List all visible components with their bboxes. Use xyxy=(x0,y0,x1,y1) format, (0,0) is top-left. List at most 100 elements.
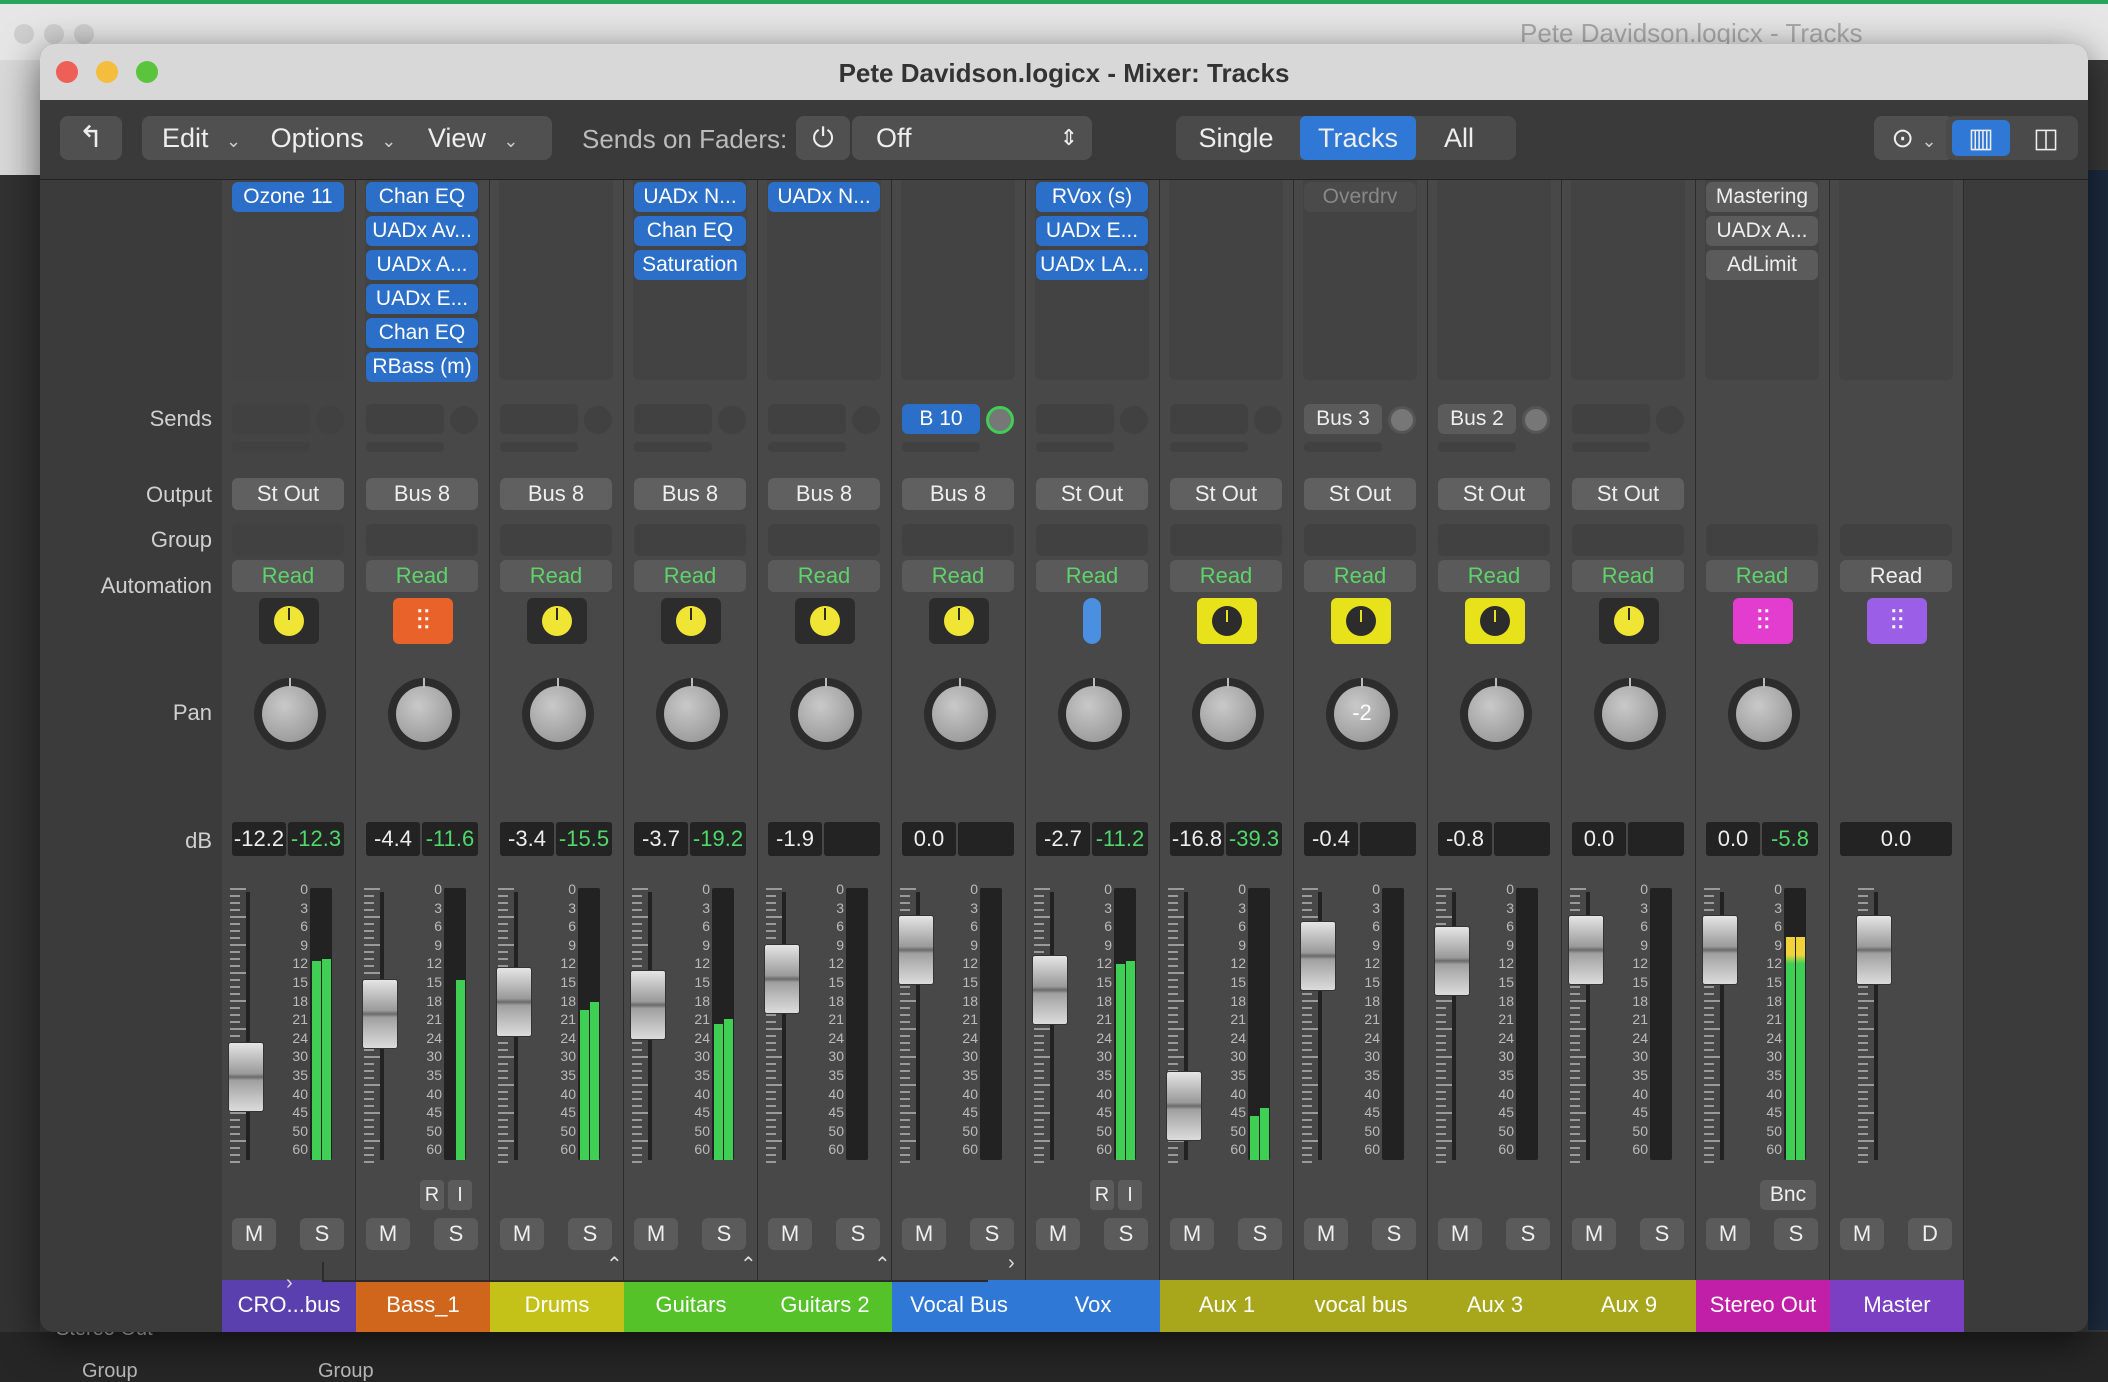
track-name[interactable]: Master xyxy=(1830,1280,1964,1332)
solo-button[interactable]: S xyxy=(1774,1218,1818,1250)
output-button[interactable]: St Out xyxy=(1170,478,1282,510)
group-slot[interactable] xyxy=(1572,524,1684,556)
send-slot[interactable] xyxy=(1036,404,1114,434)
columns-icon[interactable]: ▥ xyxy=(1952,120,2010,156)
send-slot[interactable] xyxy=(1572,404,1650,434)
volume-fader[interactable] xyxy=(898,914,934,985)
track-name[interactable]: Aux 9 xyxy=(1562,1280,1696,1332)
sends-power-button[interactable]: ⏻ xyxy=(796,116,850,160)
fader-db-value[interactable]: 0.0 xyxy=(1706,822,1760,856)
mute-button[interactable]: M xyxy=(1572,1218,1616,1250)
output-button[interactable]: St Out xyxy=(1438,478,1550,510)
output-button[interactable]: Bus 8 xyxy=(366,478,478,510)
pan-knob[interactable] xyxy=(656,678,728,750)
bounce-button[interactable]: Bnc xyxy=(1760,1180,1816,1210)
plugin-slot[interactable]: UADx A... xyxy=(1706,216,1818,246)
mute-button[interactable]: M xyxy=(1438,1218,1482,1250)
mute-button[interactable]: M xyxy=(232,1218,276,1250)
track-name[interactable]: vocal bus xyxy=(1294,1280,1428,1332)
bg-close-dot[interactable] xyxy=(14,24,34,44)
plugin-slot[interactable]: AdLimit xyxy=(1706,250,1818,280)
dim-button[interactable]: D xyxy=(1908,1218,1952,1250)
track-name[interactable]: Vox xyxy=(1026,1280,1160,1332)
fader-db-value[interactable]: -0.8 xyxy=(1438,822,1492,856)
peak-db-value[interactable]: -11.2 xyxy=(1092,822,1148,856)
plugin-slot[interactable]: UADx E... xyxy=(366,284,478,314)
solo-button[interactable]: S xyxy=(1506,1218,1550,1250)
automation-mode-button[interactable]: Read xyxy=(500,560,612,592)
plugin-slot[interactable]: Mastering xyxy=(1706,182,1818,212)
send-level-knob[interactable] xyxy=(986,406,1014,434)
sends-select[interactable]: Off ⇕ xyxy=(852,116,1092,160)
plugin-slot[interactable]: Chan EQ xyxy=(634,216,746,246)
solo-button[interactable]: S xyxy=(434,1218,478,1250)
send-level-knob[interactable] xyxy=(1522,406,1550,434)
automation-mode-button[interactable]: Read xyxy=(768,560,880,592)
automation-mode-button[interactable]: Read xyxy=(232,560,344,592)
output-button[interactable]: St Out xyxy=(1304,478,1416,510)
peak-db-value[interactable]: -11.6 xyxy=(422,822,478,856)
output-button[interactable]: St Out xyxy=(1572,478,1684,510)
output-button[interactable]: Bus 8 xyxy=(768,478,880,510)
volume-fader[interactable] xyxy=(1702,914,1738,985)
group-slot[interactable] xyxy=(768,524,880,556)
output-button[interactable]: Bus 8 xyxy=(634,478,746,510)
fader-db-value[interactable]: 0.0 xyxy=(1840,822,1952,856)
insert-slots[interactable] xyxy=(1169,180,1283,380)
solo-button[interactable]: S xyxy=(970,1218,1014,1250)
send-level-knob[interactable] xyxy=(1388,406,1416,434)
mute-button[interactable]: M xyxy=(1304,1218,1348,1250)
track-name[interactable]: Aux 1 xyxy=(1160,1280,1294,1332)
automation-mode-button[interactable]: Read xyxy=(1170,560,1282,592)
pan-knob[interactable] xyxy=(1058,678,1130,750)
solo-button[interactable]: S xyxy=(1238,1218,1282,1250)
mute-button[interactable]: M xyxy=(1170,1218,1214,1250)
volume-fader[interactable] xyxy=(1300,920,1336,991)
input-monitor-i-button[interactable]: I xyxy=(1118,1180,1142,1210)
group-slot[interactable] xyxy=(366,524,478,556)
send-slot[interactable] xyxy=(232,404,310,434)
fader-db-value[interactable]: -3.4 xyxy=(500,822,554,856)
pan-knob[interactable]: -2 xyxy=(1326,678,1398,750)
group-slot[interactable] xyxy=(634,524,746,556)
plugin-slot[interactable]: Chan EQ xyxy=(366,318,478,348)
pan-knob[interactable] xyxy=(388,678,460,750)
pan-knob[interactable] xyxy=(924,678,996,750)
solo-button[interactable]: S xyxy=(1640,1218,1684,1250)
send-level-knob[interactable] xyxy=(1254,406,1282,434)
plugin-slot[interactable]: UADx E... xyxy=(1036,216,1148,246)
group-slot[interactable] xyxy=(1304,524,1416,556)
send-level-knob[interactable] xyxy=(1120,406,1148,434)
plugin-slot[interactable]: Ozone 11 xyxy=(232,182,344,212)
group-slot[interactable] xyxy=(1170,524,1282,556)
insert-slots[interactable] xyxy=(1437,180,1551,380)
chevron-right-icon[interactable]: › xyxy=(1008,1252,1015,1275)
mute-button[interactable]: M xyxy=(768,1218,812,1250)
peak-db-value[interactable]: -15.5 xyxy=(556,822,612,856)
mute-button[interactable]: M xyxy=(902,1218,946,1250)
track-name[interactable]: Guitars 2 xyxy=(758,1280,892,1332)
peak-db-value[interactable] xyxy=(1360,822,1416,856)
fader-db-value[interactable]: -3.7 xyxy=(634,822,688,856)
automation-mode-button[interactable]: Read xyxy=(1438,560,1550,592)
pan-knob[interactable] xyxy=(1728,678,1800,750)
automation-mode-button[interactable]: Read xyxy=(1840,560,1952,592)
send-level-knob[interactable] xyxy=(584,406,612,434)
plugin-slot[interactable]: UADx N... xyxy=(768,182,880,212)
view-mode-all[interactable]: All xyxy=(1424,116,1494,160)
volume-fader[interactable] xyxy=(228,1042,264,1113)
fader-db-value[interactable]: -0.4 xyxy=(1304,822,1358,856)
output-button[interactable]: Bus 8 xyxy=(500,478,612,510)
pan-knob[interactable] xyxy=(1594,678,1666,750)
output-button[interactable]: St Out xyxy=(1036,478,1148,510)
send-slot[interactable] xyxy=(366,404,444,434)
volume-fader[interactable] xyxy=(764,943,800,1014)
insert-slots[interactable] xyxy=(1571,180,1685,380)
group-slot[interactable] xyxy=(232,524,344,556)
track-name[interactable]: Stereo Out xyxy=(1696,1280,1830,1332)
input-monitor-r-button[interactable]: R xyxy=(1090,1180,1114,1210)
view-mode-single[interactable]: Single xyxy=(1196,116,1276,160)
group-slot[interactable] xyxy=(1438,524,1550,556)
plugin-slot[interactable]: Overdrv xyxy=(1304,182,1416,212)
fader-db-value[interactable]: -16.8 xyxy=(1170,822,1224,856)
